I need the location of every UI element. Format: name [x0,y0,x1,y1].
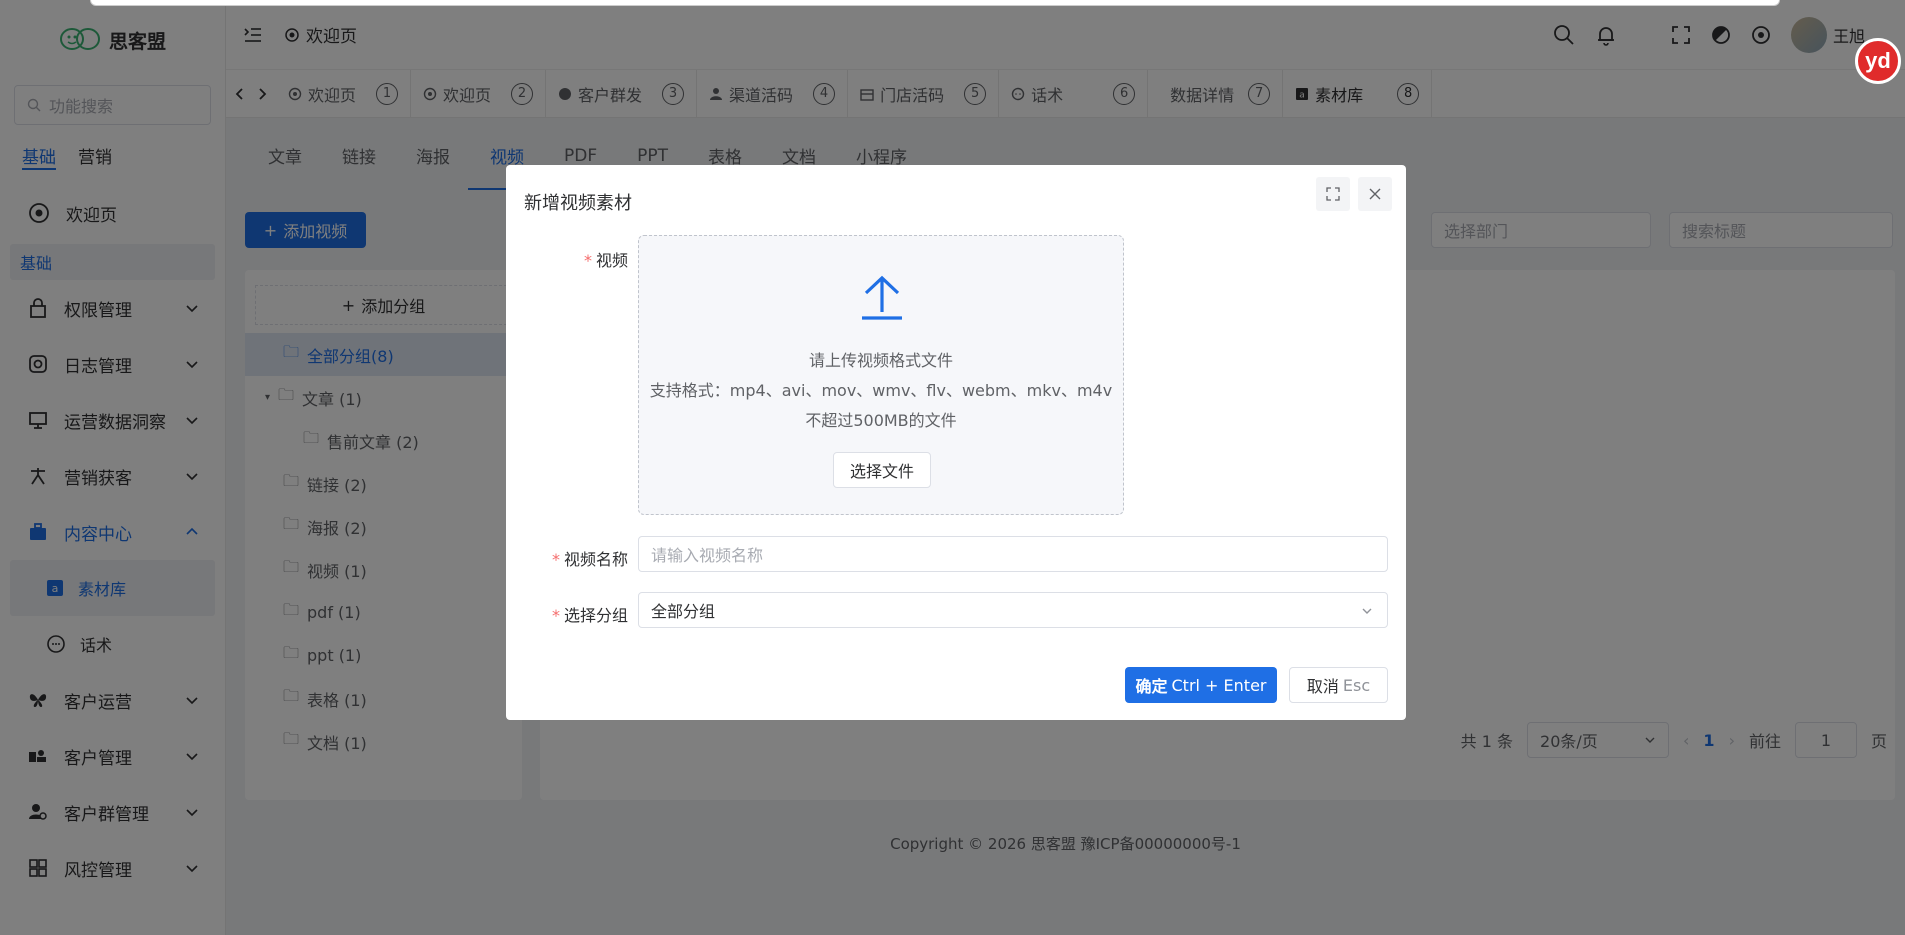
upload-instruction: 请上传视频格式文件 [808,351,953,370]
group-select-value: 全部分组 [651,602,716,621]
upload-icon [862,275,902,320]
choose-file-button[interactable]: 选择文件 [833,452,931,488]
dialog-maximize-button[interactable] [1316,177,1350,211]
group-select-label: * 选择分组 [536,602,628,626]
confirm-shortcut: Ctrl + Enter [1171,675,1267,695]
video-label-text: 视频 [595,251,628,270]
required-mark: * [583,251,592,270]
video-name-label: * 视频名称 [536,546,628,570]
dialog-close-button[interactable] [1358,177,1392,211]
add-video-dialog: 新增视频素材 * 视频 请上传视频格式文件 支持格式：mp4、avi、mov、wm… [506,165,1406,720]
video-name-input[interactable]: 请输入视频名称 [638,536,1388,572]
group-select-label-text: 选择分组 [563,606,628,625]
video-label: * 视频 [546,247,628,271]
yd-floating-badge[interactable]: yd [1855,38,1901,84]
video-upload-dropzone[interactable]: 请上传视频格式文件 支持格式：mp4、avi、mov、wmv、flv、webm、… [638,235,1124,515]
confirm-label: 确定 [1135,677,1168,696]
upload-size-limit: 不超过500MB的文件 [805,411,957,430]
video-name-placeholder: 请输入视频名称 [651,546,764,565]
cancel-button[interactable]: 取消 Esc [1289,667,1388,703]
required-mark: * [551,606,560,625]
fullscreen-icon [1326,187,1340,201]
close-icon [1369,188,1381,200]
confirm-button[interactable]: 确定 Ctrl + Enter [1125,667,1277,703]
group-select[interactable]: 全部分组 [638,592,1388,628]
upload-formats: 支持格式：mp4、avi、mov、wmv、flv、webm、mkv、m4v [649,381,1113,400]
cancel-shortcut: Esc [1342,675,1371,695]
chevron-down-icon [1362,608,1372,614]
video-name-label-text: 视频名称 [563,550,628,569]
cancel-label: 取消 [1306,677,1339,696]
dialog-title: 新增视频素材 [524,193,632,214]
required-mark: * [551,550,560,569]
browser-strip [90,0,1780,6]
